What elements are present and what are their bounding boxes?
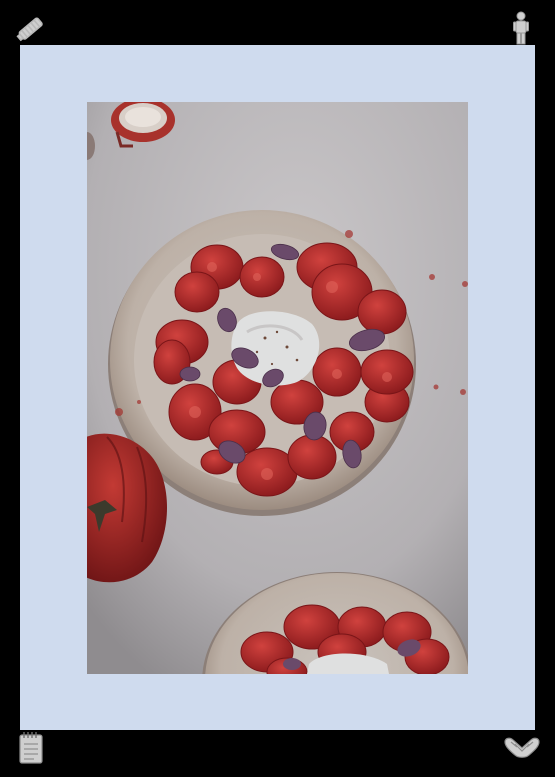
clasped-hands-icon-glyph	[504, 737, 540, 758]
photo-viewer	[0, 0, 555, 777]
standing-figure-icon-glyph	[513, 11, 529, 45]
notepad-icon[interactable]	[16, 730, 46, 766]
clasped-hands-icon[interactable]	[502, 734, 542, 762]
standing-figure-icon[interactable]	[504, 10, 538, 48]
photo[interactable]	[87, 102, 468, 674]
paint-roller-icon-glyph	[16, 17, 43, 42]
paint-roller-icon[interactable]	[14, 12, 48, 46]
notepad-icon-glyph	[19, 732, 43, 764]
photo-image	[87, 102, 468, 674]
